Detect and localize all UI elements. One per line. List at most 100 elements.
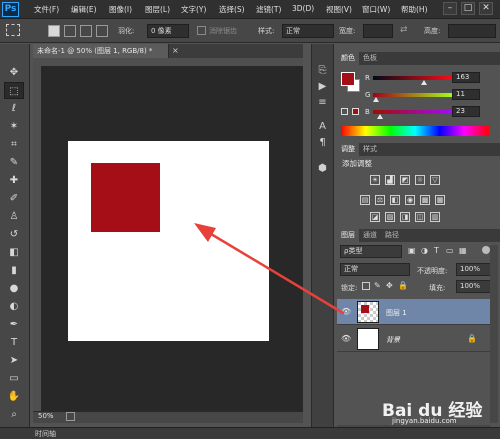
levels-icon[interactable]: ▟ (385, 175, 395, 185)
tab-color[interactable]: 颜色 (337, 52, 359, 65)
paragraph-panel-icon[interactable]: ¶ (315, 136, 330, 150)
tab-paths[interactable]: 路径 (381, 229, 403, 242)
menu-filter[interactable]: 滤镜(T) (256, 4, 281, 15)
tab-adjustments[interactable]: 调整 (337, 143, 359, 156)
threshold-icon[interactable]: ◨ (400, 212, 410, 222)
channel-r-track[interactable] (373, 76, 453, 80)
rect-marquee-tool-icon[interactable]: ⬚ (4, 82, 24, 99)
swap-dimensions-icon[interactable]: ⇄ (400, 25, 408, 35)
out-of-gamut-swatch[interactable] (352, 108, 359, 115)
fill-input[interactable]: 100% (456, 280, 491, 293)
height-input[interactable] (448, 24, 496, 38)
exposure-icon[interactable]: ☼ (415, 175, 425, 185)
black-white-icon[interactable]: ◧ (390, 195, 400, 205)
3d-panel-icon[interactable]: ⬢ (315, 162, 330, 176)
color-lookup-icon[interactable]: ▦ (435, 195, 445, 205)
lock-all-icon[interactable]: 🔒 (398, 281, 408, 290)
layer1-visibility-eye-icon[interactable]: 👁 (341, 307, 351, 316)
brush-tool-icon[interactable]: ✐ (4, 190, 24, 207)
dodge-tool-icon[interactable]: ◐ (4, 298, 24, 315)
eraser-tool-icon[interactable]: ◧ (4, 244, 24, 261)
lock-position-icon[interactable]: ✥ (386, 281, 393, 290)
lock-pixels-icon[interactable]: ✎ (374, 281, 381, 290)
eyedropper-tool-icon[interactable]: ✎ (4, 154, 24, 171)
intersect-selection-icon[interactable] (96, 25, 108, 37)
width-input[interactable] (363, 24, 393, 38)
zoom-level[interactable]: 50% (38, 412, 54, 420)
menu-file[interactable]: 文件(F) (34, 4, 59, 15)
layer1-thumbnail[interactable] (357, 301, 379, 323)
menu-layer[interactable]: 图层(L) (145, 4, 170, 15)
menu-view[interactable]: 视图(V) (326, 4, 352, 15)
blend-mode-select[interactable]: 正常 (340, 263, 410, 276)
actions-panel-icon[interactable]: ▶ (315, 80, 330, 94)
filter-adjustment-icon[interactable]: ◑ (421, 246, 428, 255)
tab-layers[interactable]: 图层 (337, 229, 359, 242)
feather-input[interactable]: 0 像素 (147, 24, 189, 38)
layer1-name[interactable]: 图层 1 (386, 308, 407, 318)
channel-g-track[interactable] (373, 93, 453, 97)
layer-filter-select[interactable]: ρ类型 (340, 245, 402, 258)
properties-panel-icon[interactable]: ≡ (315, 96, 330, 110)
menu-help[interactable]: 帮助(H) (401, 4, 428, 15)
channel-b-value[interactable]: 23 (452, 106, 480, 117)
healing-brush-tool-icon[interactable]: ✚ (4, 172, 24, 189)
blur-tool-icon[interactable]: ● (4, 280, 24, 297)
filter-shape-icon[interactable]: ▭ (446, 246, 454, 255)
zoom-tool-icon[interactable]: ⌕ (4, 406, 24, 423)
menu-edit[interactable]: 编辑(E) (71, 4, 97, 15)
tab-styles[interactable]: 样式 (359, 143, 381, 156)
channel-r-value[interactable]: 163 (452, 72, 480, 83)
subtract-selection-icon[interactable] (80, 25, 92, 37)
lasso-tool-icon[interactable]: ℓ (4, 100, 24, 117)
crop-tool-icon[interactable]: ⌗ (4, 136, 24, 153)
brightness-icon[interactable]: ☀ (370, 175, 380, 185)
filter-smart-object-icon[interactable]: ▦ (459, 246, 467, 255)
opacity-input[interactable]: 100% (456, 263, 491, 276)
web-color-warning-icon[interactable] (341, 108, 348, 115)
channel-g-slider[interactable] (373, 97, 380, 102)
red-square-shape[interactable] (91, 163, 160, 232)
path-selection-tool-icon[interactable]: ➤ (4, 352, 24, 369)
channel-r-slider[interactable] (421, 80, 428, 85)
layers-scrollbar[interactable] (490, 245, 498, 423)
background-thumbnail[interactable] (357, 328, 379, 350)
history-brush-tool-icon[interactable]: ↺ (4, 226, 24, 243)
status-info-icon[interactable] (66, 412, 75, 421)
move-tool-icon[interactable]: ✥ (4, 64, 24, 81)
selective-color-icon[interactable]: ◫ (415, 212, 425, 222)
timeline-tab[interactable]: 时间轴 (35, 429, 56, 439)
hand-tool-icon[interactable]: ✋ (4, 388, 24, 405)
channel-b-slider[interactable] (377, 114, 384, 119)
menu-select[interactable]: 选择(S) (219, 4, 245, 15)
tab-channels[interactable]: 通道 (359, 229, 381, 242)
menu-type[interactable]: 文字(Y) (181, 4, 206, 15)
maximize-button[interactable]: □ (461, 2, 475, 15)
menu-window[interactable]: 窗口(W) (362, 4, 390, 15)
character-panel-icon[interactable]: A (315, 120, 330, 134)
tab-swatches[interactable]: 色板 (359, 52, 381, 65)
magic-wand-tool-icon[interactable]: ✶ (4, 118, 24, 135)
invert-icon[interactable]: ◪ (370, 212, 380, 222)
close-button[interactable]: ✕ (479, 2, 493, 15)
channel-g-value[interactable]: 11 (452, 89, 480, 100)
menu-image[interactable]: 图像(I) (109, 4, 132, 15)
filter-type-icon[interactable]: T (434, 246, 439, 255)
document-tab[interactable]: 未命名-1 @ 50% (图层 1, RGB/8) * (33, 44, 169, 58)
filter-toggle-icon[interactable] (482, 246, 490, 254)
minimize-button[interactable]: – (443, 2, 457, 15)
menu-3d[interactable]: 3D(D) (292, 4, 314, 13)
antialias-checkbox[interactable] (197, 26, 206, 35)
type-tool-icon[interactable]: T (4, 334, 24, 351)
close-tab-icon[interactable]: × (172, 46, 179, 55)
history-panel-icon[interactable]: ⎘ (315, 64, 330, 78)
foreground-color-swatch-front[interactable] (341, 72, 355, 86)
gradient-tool-icon[interactable]: ▮ (4, 262, 24, 279)
filter-pixel-icon[interactable]: ▣ (408, 246, 416, 255)
curves-icon[interactable]: ◩ (400, 175, 410, 185)
new-selection-icon[interactable] (48, 25, 60, 37)
shape-tool-icon[interactable]: ▭ (4, 370, 24, 387)
channel-mixer-icon[interactable]: ▩ (420, 195, 430, 205)
background-visibility-eye-icon[interactable]: 👁 (341, 334, 351, 343)
style-select[interactable]: 正常 (282, 24, 334, 38)
